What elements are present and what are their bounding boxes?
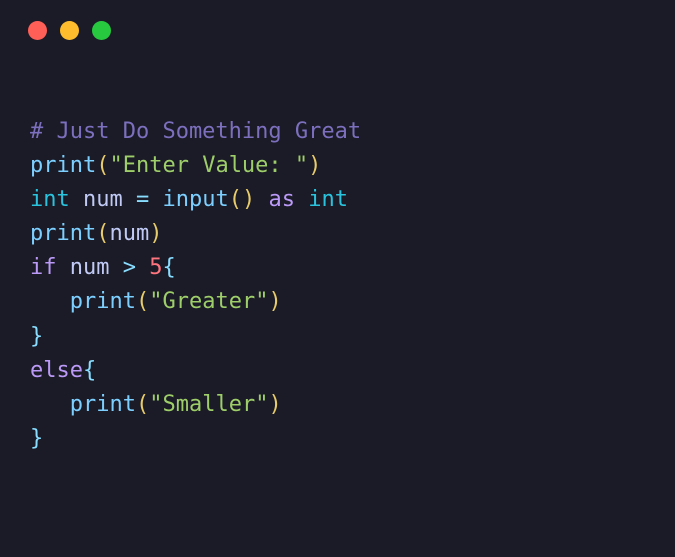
- assign-op: =: [136, 187, 149, 212]
- rbrace: }: [30, 324, 43, 349]
- string-literal: "Enter Value: ": [109, 153, 308, 178]
- print-call: print: [30, 153, 96, 178]
- rparen: ): [308, 153, 321, 178]
- variable: num: [83, 187, 123, 212]
- lparen: (: [136, 289, 149, 314]
- rparen: ): [149, 221, 162, 246]
- type-keyword: int: [308, 187, 348, 212]
- print-call: print: [30, 221, 96, 246]
- print-call: print: [70, 289, 136, 314]
- gt-op: >: [123, 255, 136, 280]
- minimize-icon[interactable]: [60, 21, 79, 40]
- input-call: input: [163, 187, 229, 212]
- variable: num: [70, 255, 110, 280]
- rparen: ): [268, 289, 281, 314]
- as-keyword: as: [268, 187, 295, 212]
- lparen: (: [96, 153, 109, 178]
- rparen: ): [268, 392, 281, 417]
- lparen: (: [136, 392, 149, 417]
- variable: num: [109, 221, 149, 246]
- string-literal: "Smaller": [149, 392, 268, 417]
- print-call: print: [70, 392, 136, 417]
- window-titlebar: [0, 0, 675, 60]
- code-window: # Just Do Something Great print("Enter V…: [0, 0, 675, 557]
- rparen: ): [242, 187, 255, 212]
- code-editor[interactable]: # Just Do Something Great print("Enter V…: [0, 60, 675, 486]
- else-keyword: else: [30, 358, 83, 383]
- rbrace: }: [30, 426, 43, 451]
- lparen: (: [229, 187, 242, 212]
- type-keyword: int: [30, 187, 70, 212]
- string-literal: "Greater": [149, 289, 268, 314]
- number-literal: 5: [149, 255, 162, 280]
- close-icon[interactable]: [28, 21, 47, 40]
- lbrace: {: [83, 358, 96, 383]
- code-comment: # Just Do Something Great: [30, 119, 361, 144]
- lparen: (: [96, 221, 109, 246]
- if-keyword: if: [30, 255, 57, 280]
- lbrace: {: [163, 255, 176, 280]
- maximize-icon[interactable]: [92, 21, 111, 40]
